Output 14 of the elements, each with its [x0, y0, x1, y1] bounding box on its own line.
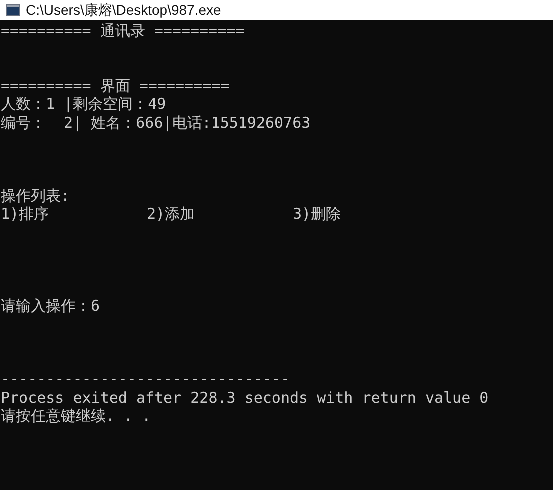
console-line: ========== 界面 ========== — [1, 76, 230, 96]
window-title: C:\Users\康熔\Desktop\987.exe — [26, 3, 222, 17]
console-line: 请输入操作：6 — [1, 296, 100, 316]
console-line: 编号： 2| 姓名：666|电话:15519260763 — [1, 114, 311, 132]
console-line: 人数：1 |剩余空间：49 — [1, 95, 166, 114]
console-line: 请按任意键继续. . . — [1, 406, 152, 426]
menu-option: 3)删除 — [293, 205, 439, 224]
console-line: 操作列表: — [1, 186, 70, 206]
menu-option: 1)排序 — [1, 205, 147, 224]
console-line: Process exited after 228.3 seconds with return value 0 — [1, 388, 489, 407]
console-line: ========== 通讯录 ========== — [1, 22, 245, 40]
menu-option: 2)添加 — [147, 205, 293, 224]
console-line: -------------------------------- — [1, 370, 290, 389]
console-window-icon — [6, 4, 20, 16]
